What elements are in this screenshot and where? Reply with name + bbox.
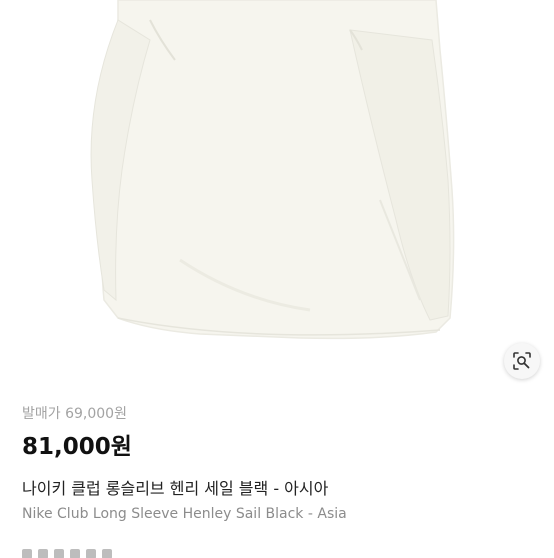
release-price: 발매가 69,000원 — [22, 404, 532, 424]
product-image[interactable] — [0, 0, 554, 390]
release-price-value: 69,000원 — [65, 406, 127, 422]
product-title-english: Nike Club Long Sleeve Henley Sail Black … — [22, 506, 347, 522]
shirt-illustration — [90, 0, 455, 340]
product-title-korean: 나이키 클럽 롱슬리브 헨리 세일 블랙 - 아시아 — [22, 479, 329, 498]
product-info: 발매가 69,000원 81,000원 나이키 클럽 롱슬리브 헨리 세일 블랙… — [22, 404, 532, 524]
cut-off-row — [22, 544, 142, 558]
image-search-button[interactable] — [504, 343, 540, 379]
current-price: 81,000원 — [22, 434, 132, 460]
release-price-label: 발매가 — [22, 406, 61, 422]
image-search-icon — [513, 352, 531, 370]
